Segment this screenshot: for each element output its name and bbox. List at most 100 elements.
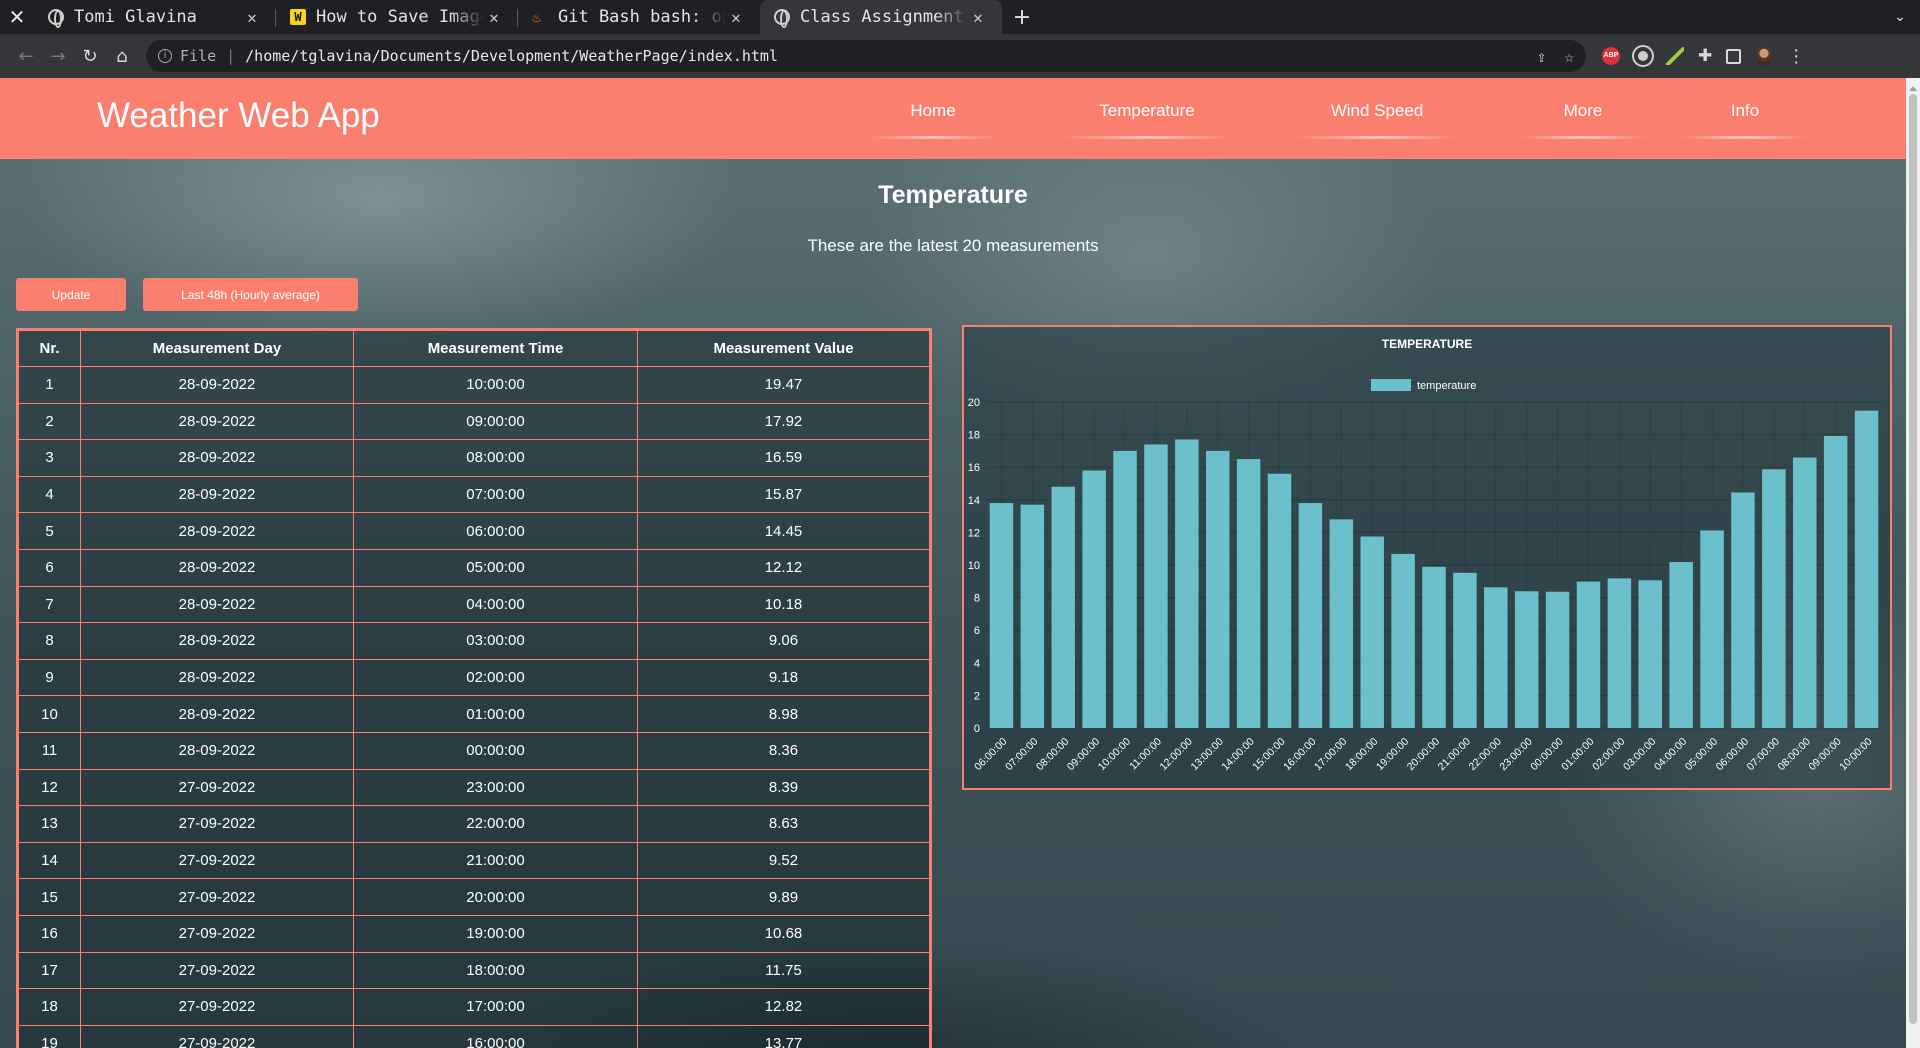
chart-bar	[1823, 435, 1848, 728]
browser-toolbar: ← → ↻ ⌂ i File | /home/tglavina/Document…	[0, 34, 1920, 78]
scroll-up-arrow-icon[interactable]	[1909, 82, 1917, 91]
table-row: 12 27-09-2022 23:00:00 8.39	[18, 768, 930, 807]
nav-wind-speed[interactable]: Wind Speed	[1292, 101, 1462, 139]
tab-close-icon[interactable]: ✕	[726, 8, 746, 27]
last-48h-button[interactable]: Last 48h (Hourly average)	[143, 278, 358, 311]
x-tick-label: 16:00:00	[1281, 736, 1318, 773]
tab-title: Class Assignment	[800, 7, 964, 27]
x-tick-label: 13:00:00	[1188, 736, 1225, 773]
chart-bar	[1854, 410, 1879, 728]
x-tick-label: 06:00:00	[1714, 736, 1751, 773]
scrollbar-thumb[interactable]	[1909, 94, 1917, 1024]
x-tick-label: 15:00:00	[1250, 736, 1287, 773]
measurement-time: 19:00:00	[353, 914, 638, 953]
tab-search-chevron-icon[interactable]: ⌄	[1880, 0, 1920, 34]
nav-more[interactable]: More	[1518, 101, 1648, 139]
new-tab-button[interactable]: +	[1002, 0, 1042, 34]
x-tick-label: 23:00:00	[1497, 736, 1534, 773]
update-button[interactable]: Update	[16, 278, 126, 311]
measurement-value: 16.59	[637, 439, 930, 477]
row-number: 3	[18, 439, 81, 477]
home-icon[interactable]: ⌂	[106, 40, 138, 72]
measurement-time: 04:00:00	[353, 585, 638, 624]
y-tick-label: 0	[974, 723, 980, 735]
adblock-plus-icon[interactable]: ABP	[1602, 47, 1620, 65]
page-scrollbar[interactable]	[1906, 78, 1920, 1048]
x-tick-label: 10:00:00	[1096, 736, 1133, 773]
measurement-time: 09:00:00	[353, 402, 638, 441]
measurement-value: 12.12	[637, 548, 930, 587]
browser-menu-icon[interactable]: ⋮	[1787, 46, 1805, 67]
legend-swatch	[1371, 379, 1411, 391]
measurement-value: 15.87	[637, 475, 930, 514]
browser-tab[interactable]: Tomi Glavina ✕	[34, 0, 276, 34]
browser-tab[interactable]: ♨ Git Bash bash: ope ✕	[518, 0, 760, 34]
chart-bar	[1175, 439, 1199, 728]
measurement-value: 14.45	[637, 512, 930, 550]
site-brand[interactable]: Weather Web App	[97, 96, 380, 136]
chart-bar	[1762, 469, 1786, 728]
nav-temperature[interactable]: Temperature	[1062, 101, 1232, 139]
y-tick-label: 14	[968, 495, 980, 507]
tab-close-icon[interactable]: ✕	[242, 8, 262, 27]
window-close-icon[interactable]: ✕	[0, 0, 34, 34]
browser-tab-bar: ✕ Tomi Glavina ✕ W How to Save Images ✕ …	[0, 0, 1920, 34]
forward-arrow-icon[interactable]: →	[42, 40, 74, 72]
url-text[interactable]: /home/tglavina/Documents/Development/Wea…	[245, 47, 778, 65]
row-number: 7	[18, 585, 81, 624]
share-icon[interactable]: ⇪	[1537, 47, 1547, 66]
tab-close-icon[interactable]: ✕	[968, 8, 988, 27]
temperature-chart: TEMPERATURE temperature 0 2 4 6 8 10 12 14 16 18 20 0…	[962, 325, 1892, 790]
y-tick-label: 2	[974, 690, 980, 702]
tab-close-icon[interactable]: ✕	[484, 8, 504, 27]
side-panel-icon[interactable]	[1726, 48, 1742, 64]
x-tick-label: 10:00:00	[1837, 736, 1874, 773]
measurement-time: 08:00:00	[353, 439, 638, 477]
measurement-time: 16:00:00	[353, 1024, 638, 1048]
measurement-day: 27-09-2022	[80, 951, 354, 990]
measurements-table: Nr. Measurement Day Measurement Time Mea…	[16, 328, 932, 1048]
profile-avatar-icon[interactable]	[1755, 47, 1774, 65]
measurement-value: 12.82	[637, 988, 930, 1026]
x-tick-label: 14:00:00	[1219, 736, 1256, 773]
browser-tab-active[interactable]: Class Assignment ✕	[760, 0, 1002, 34]
nav-home[interactable]: Home	[868, 101, 998, 139]
x-tick-label: 01:00:00	[1559, 736, 1596, 773]
measurement-time: 00:00:00	[353, 731, 638, 770]
table-row: 8 28-09-2022 03:00:00 9.06	[18, 622, 930, 660]
info-icon[interactable]: i	[158, 49, 172, 63]
measurement-day: 27-09-2022	[80, 768, 354, 807]
table-row: 4 28-09-2022 07:00:00 15.87	[18, 475, 930, 514]
globe-icon	[774, 9, 790, 28]
nav-info[interactable]: Info	[1680, 101, 1810, 139]
extension-circle-icon[interactable]	[1632, 45, 1654, 67]
chart-bar	[1298, 503, 1323, 728]
extension-pen-icon[interactable]	[1666, 47, 1684, 65]
measurement-day: 28-09-2022	[80, 658, 354, 697]
column-header: Measurement Day	[80, 330, 354, 367]
table-row: 13 27-09-2022 22:00:00 8.63	[18, 805, 930, 843]
extensions-puzzle-icon[interactable]: ✚	[1698, 46, 1712, 66]
x-tick-label: 08:00:00	[1034, 736, 1071, 773]
x-tick-label: 19:00:00	[1374, 736, 1411, 773]
browser-tab[interactable]: W How to Save Images ✕	[276, 0, 518, 34]
x-tick-label: 07:00:00	[1745, 736, 1782, 773]
y-tick-label: 12	[968, 527, 980, 539]
measurement-value: 10.18	[637, 585, 930, 624]
chart-bar	[1329, 519, 1354, 728]
row-number: 2	[18, 402, 81, 441]
x-tick-label: 18:00:00	[1343, 736, 1380, 773]
measurement-day: 27-09-2022	[80, 841, 354, 880]
x-tick-label: 03:00:00	[1621, 736, 1658, 773]
back-arrow-icon[interactable]: ←	[10, 40, 42, 72]
reload-icon[interactable]: ↻	[74, 40, 106, 72]
measurement-day: 28-09-2022	[80, 548, 354, 587]
bookmark-star-icon[interactable]: ☆	[1564, 47, 1574, 66]
chart-bar	[1205, 450, 1230, 728]
measurement-day: 28-09-2022	[80, 731, 354, 770]
tab-title: How to Save Images	[316, 7, 484, 27]
table-row: 9 28-09-2022 02:00:00 9.18	[18, 658, 930, 697]
address-bar[interactable]: i File | /home/tglavina/Documents/Develo…	[146, 40, 1586, 72]
measurement-value: 10.68	[637, 914, 930, 953]
row-number: 14	[18, 841, 81, 880]
